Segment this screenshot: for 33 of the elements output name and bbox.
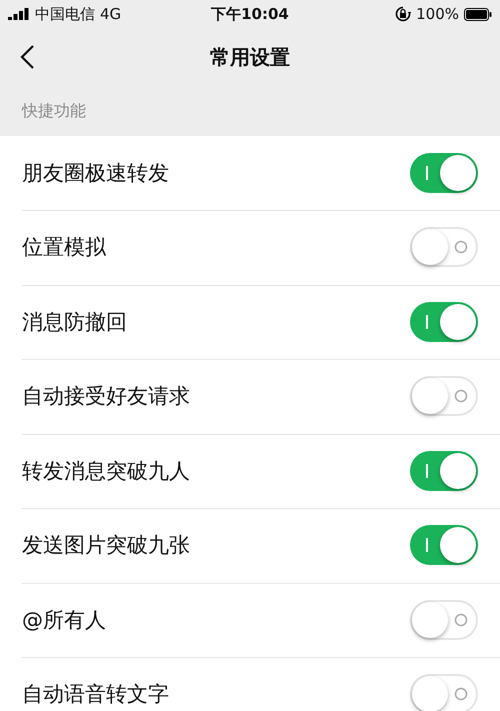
on-line-icon	[426, 538, 428, 552]
off-circle-icon	[454, 612, 468, 627]
network-type: 4G	[100, 5, 122, 23]
setting-label: 发送图片突破九张	[22, 532, 191, 560]
setting-label: 消息防撤回	[22, 308, 128, 336]
toggle-switch[interactable]	[410, 152, 478, 193]
toggle-switch[interactable]	[410, 450, 478, 491]
setting-label: 转发消息突破九人	[22, 458, 191, 485]
on-line-icon	[426, 166, 428, 180]
toggle-switch[interactable]	[410, 674, 478, 711]
on-line-icon	[426, 464, 428, 478]
battery-icon	[464, 8, 492, 20]
setting-label: 朋友圈极速转发	[22, 160, 170, 187]
off-circle-icon	[454, 240, 468, 254]
signal-icon	[8, 8, 30, 20]
on-line-icon	[426, 314, 428, 329]
clock: 下午10:04	[211, 4, 289, 24]
setting-label: @所有人	[22, 606, 107, 634]
toggle-switch[interactable]	[410, 600, 478, 640]
setting-label: 自动接受好友请求	[22, 383, 191, 410]
toggle-switch[interactable]	[410, 376, 478, 416]
setting-label: 位置模拟	[22, 234, 107, 262]
toggle-switch[interactable]	[410, 302, 478, 342]
page-title: 常用设置	[210, 44, 290, 70]
off-circle-icon	[454, 389, 468, 404]
rotation-lock-icon	[395, 6, 412, 22]
section-header: 快捷功能	[22, 100, 86, 122]
toggle-switch[interactable]	[410, 525, 478, 566]
setting-label: 自动语音转文字	[22, 681, 170, 708]
battery-percent: 100%	[416, 5, 459, 23]
toggle-switch[interactable]	[410, 227, 478, 268]
off-circle-icon	[454, 687, 468, 702]
carrier-name: 中国电信	[35, 4, 95, 24]
